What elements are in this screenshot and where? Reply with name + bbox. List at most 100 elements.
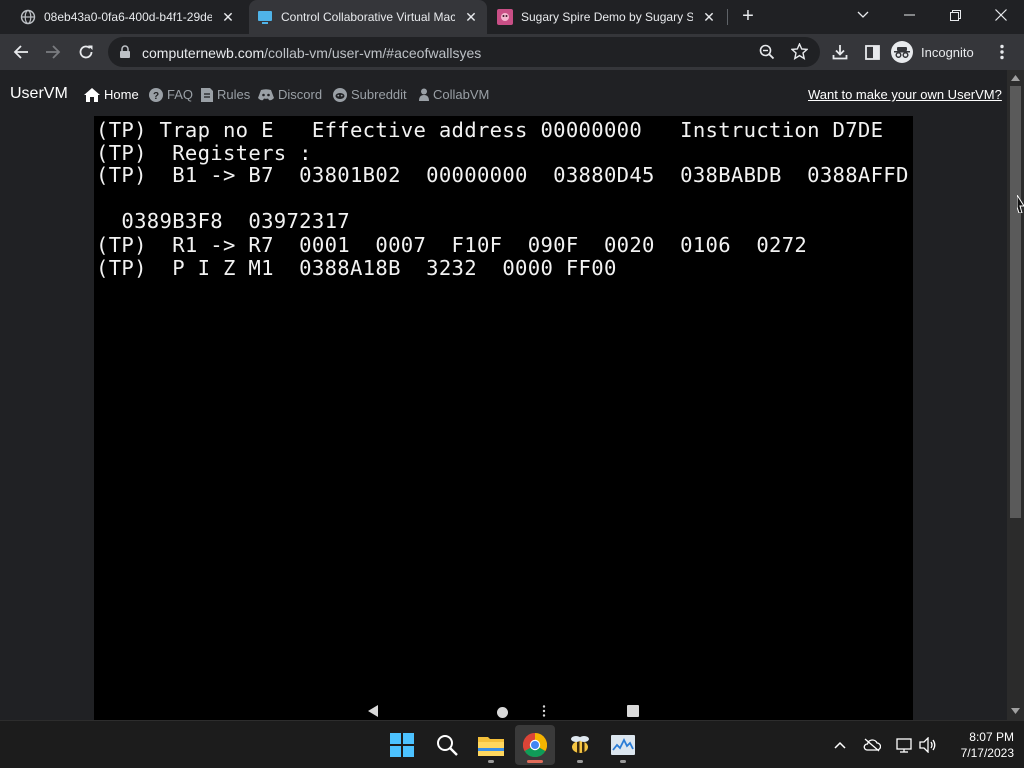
taskbar-task-manager[interactable] <box>603 725 643 765</box>
reload-icon <box>79 45 93 59</box>
side-panel-icon <box>864 44 880 60</box>
svg-text:?: ? <box>153 91 159 102</box>
chevron-up-icon <box>834 741 846 749</box>
minimize-button[interactable] <box>886 0 932 30</box>
scroll-up-icon[interactable] <box>1011 74 1020 83</box>
globe-icon <box>20 9 36 25</box>
android-recents-icon[interactable] <box>627 704 639 720</box>
zoom-icon[interactable] <box>759 44 775 65</box>
home-icon <box>84 87 100 102</box>
taskbar-bee-app[interactable] <box>560 725 600 765</box>
network-icon <box>896 738 912 753</box>
url-path: /collab-vm/user-vm/#aceofwallsyes <box>264 45 482 61</box>
onedrive-tray[interactable] <box>861 735 883 755</box>
scroll-down-icon[interactable] <box>1011 707 1020 716</box>
nav-label: Subreddit <box>351 87 407 102</box>
android-menu-icon[interactable] <box>542 704 546 720</box>
minimize-icon <box>903 14 915 16</box>
side-panel-button[interactable] <box>858 38 886 66</box>
lock-icon[interactable] <box>119 45 131 64</box>
taskbar-chrome[interactable] <box>515 725 555 765</box>
browser-toolbar: computernewb.com/collab-vm/user-vm/#aceo… <box>0 34 1024 70</box>
tab-title: 08eb43a0-0fa6-400d-b4f1-29de8 <box>44 10 212 24</box>
nav-label: Rules <box>217 87 251 102</box>
windows-start-icon <box>390 733 414 757</box>
incognito-icon <box>891 41 913 63</box>
user-icon <box>419 88 429 101</box>
menu-button[interactable] <box>988 38 1016 66</box>
search-icon <box>437 735 458 756</box>
speaker-icon <box>919 737 936 753</box>
arrow-right-icon <box>46 45 61 59</box>
nav-home[interactable]: Home <box>84 87 139 102</box>
address-bar[interactable]: computernewb.com/collab-vm/user-vm/#aceo… <box>108 37 820 67</box>
url-text: computernewb.com/collab-vm/user-vm/#aceo… <box>142 45 481 61</box>
terminal-line: (TP) R1 -> R7 0001 0007 F10F 090F 0020 0… <box>96 233 808 257</box>
nav-label: Discord <box>278 87 323 102</box>
terminal-line: 0389B3F8 03972317 <box>96 209 350 233</box>
back-button[interactable] <box>7 38 35 66</box>
tab-search-button[interactable] <box>840 0 886 30</box>
new-tab-button[interactable]: + <box>737 5 759 27</box>
terminal-line: (TP) P I Z M1 0388A18B 3232 0000 FF00 <box>96 256 617 280</box>
running-indicator <box>577 760 583 763</box>
nav-discord[interactable]: Discord <box>258 87 322 102</box>
tab-title: Sugary Spire Demo by Sugary Spi <box>521 10 693 24</box>
nav-faq[interactable]: ? FAQ <box>149 87 193 102</box>
taskbar-search-button[interactable] <box>427 725 467 765</box>
close-icon[interactable]: ✕ <box>701 9 717 26</box>
file-explorer-icon <box>478 737 504 756</box>
taskbar-file-explorer[interactable] <box>471 725 511 765</box>
close-window-button[interactable] <box>978 0 1024 30</box>
reload-button[interactable] <box>72 38 100 66</box>
close-icon[interactable]: ✕ <box>220 9 236 26</box>
android-home-icon[interactable] <box>497 705 508 720</box>
rules-icon <box>201 87 213 102</box>
clock-date: 7/17/2023 <box>960 746 1014 760</box>
windows-taskbar: 8:07 PM 7/17/2023 <box>0 720 1024 768</box>
bookmark-star-icon[interactable] <box>790 42 809 65</box>
close-icon[interactable]: ✕ <box>463 9 479 26</box>
tab-sugary-spire[interactable]: Sugary Spire Demo by Sugary Spi ✕ <box>489 0 725 34</box>
scrollbar-thumb[interactable] <box>1010 86 1021 518</box>
question-icon: ? <box>149 87 163 102</box>
running-indicator <box>620 760 626 763</box>
reddit-icon <box>333 87 347 102</box>
forward-button[interactable] <box>39 38 67 66</box>
nav-collabvm[interactable]: CollabVM <box>419 87 489 102</box>
terminal-line: (TP) Registers : <box>96 141 312 165</box>
active-indicator <box>527 760 543 763</box>
bee-app-icon <box>571 736 589 753</box>
game-icon <box>497 9 513 25</box>
tab-uuid[interactable]: 08eb43a0-0fa6-400d-b4f1-29de8 ✕ <box>12 0 244 34</box>
page-scrollbar[interactable] <box>1007 70 1024 720</box>
chrome-icon <box>523 733 547 757</box>
restore-button[interactable] <box>932 0 978 30</box>
running-indicator <box>488 760 494 763</box>
tab-collabvm[interactable]: Control Collaborative Virtual Mac ✕ <box>249 0 487 34</box>
vm-display[interactable]: (TP) Trap no E Effective address 0000000… <box>94 116 913 720</box>
incognito-label: Incognito <box>921 44 974 60</box>
url-host: computernewb.com <box>142 45 265 61</box>
network-tray[interactable] <box>894 735 916 755</box>
show-hidden-icons-button[interactable] <box>829 735 851 755</box>
nav-subreddit[interactable]: Subreddit <box>333 87 407 102</box>
download-button[interactable] <box>826 38 854 66</box>
tab-strip: 08eb43a0-0fa6-400d-b4f1-29de8 ✕ Control … <box>0 0 1024 34</box>
cloud-offline-icon <box>863 738 881 752</box>
nav-rules[interactable]: Rules <box>201 87 250 102</box>
incognito-profile[interactable]: Incognito <box>891 40 974 64</box>
site-brand[interactable]: UserVM <box>10 85 68 103</box>
monitor-icon <box>257 9 273 25</box>
close-icon <box>995 9 1007 21</box>
volume-tray[interactable] <box>917 735 939 755</box>
make-own-uservm-link[interactable]: Want to make your own UserVM? <box>808 87 1002 102</box>
arrow-left-icon <box>13 45 28 59</box>
site-navbar: UserVM Home ? FAQ Rules Discord Subreddi… <box>0 70 1007 117</box>
terminal-line: (TP) B1 -> B7 03801B02 00000000 03880D45… <box>96 163 909 187</box>
android-back-icon[interactable] <box>367 704 379 720</box>
start-button[interactable] <box>382 725 422 765</box>
nav-label: FAQ <box>167 87 194 102</box>
system-clock[interactable]: 8:07 PM 7/17/2023 <box>944 729 1014 761</box>
chevron-down-icon <box>857 11 869 18</box>
